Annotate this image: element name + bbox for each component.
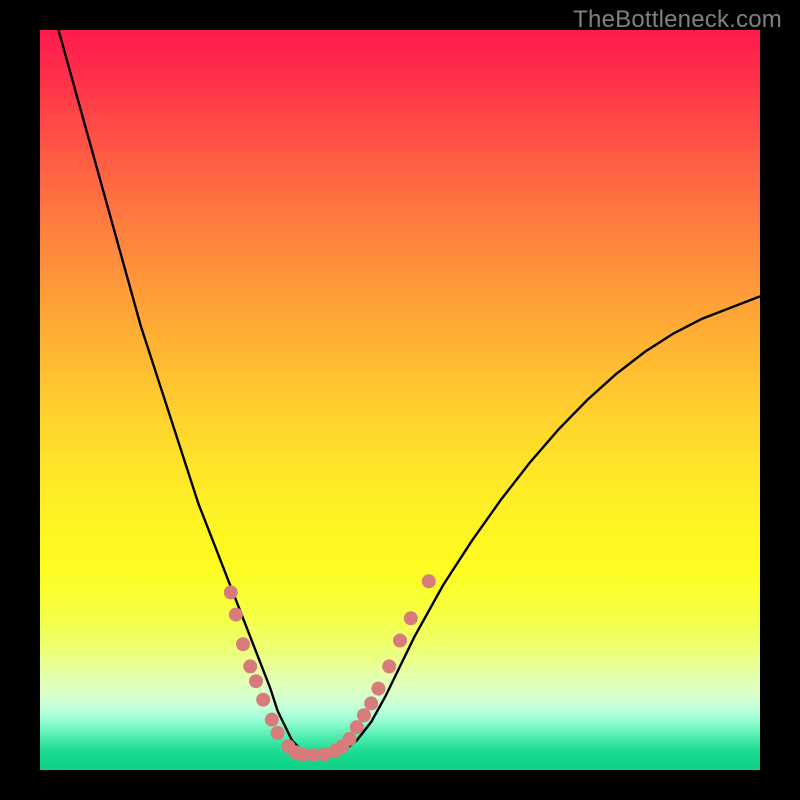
- highlight-dot: [422, 574, 436, 588]
- highlight-dot: [350, 720, 364, 734]
- highlight-dot: [229, 608, 243, 622]
- highlight-dot: [236, 637, 250, 651]
- highlight-dot: [364, 696, 378, 710]
- highlight-dots: [224, 574, 436, 762]
- highlight-dot: [382, 659, 396, 673]
- highlight-dot: [243, 659, 257, 673]
- highlight-dot: [271, 726, 285, 740]
- highlight-dot: [371, 682, 385, 696]
- chart-frame: TheBottleneck.com: [0, 0, 800, 800]
- highlight-dot: [224, 585, 238, 599]
- highlight-dot: [404, 611, 418, 625]
- highlight-dot: [265, 713, 279, 727]
- highlight-dot: [249, 674, 263, 688]
- plot-area: [40, 30, 760, 770]
- highlight-dot: [343, 732, 357, 746]
- highlight-dot: [357, 708, 371, 722]
- highlight-dot: [256, 693, 270, 707]
- curve-svg: [40, 30, 760, 770]
- highlight-dot: [393, 634, 407, 648]
